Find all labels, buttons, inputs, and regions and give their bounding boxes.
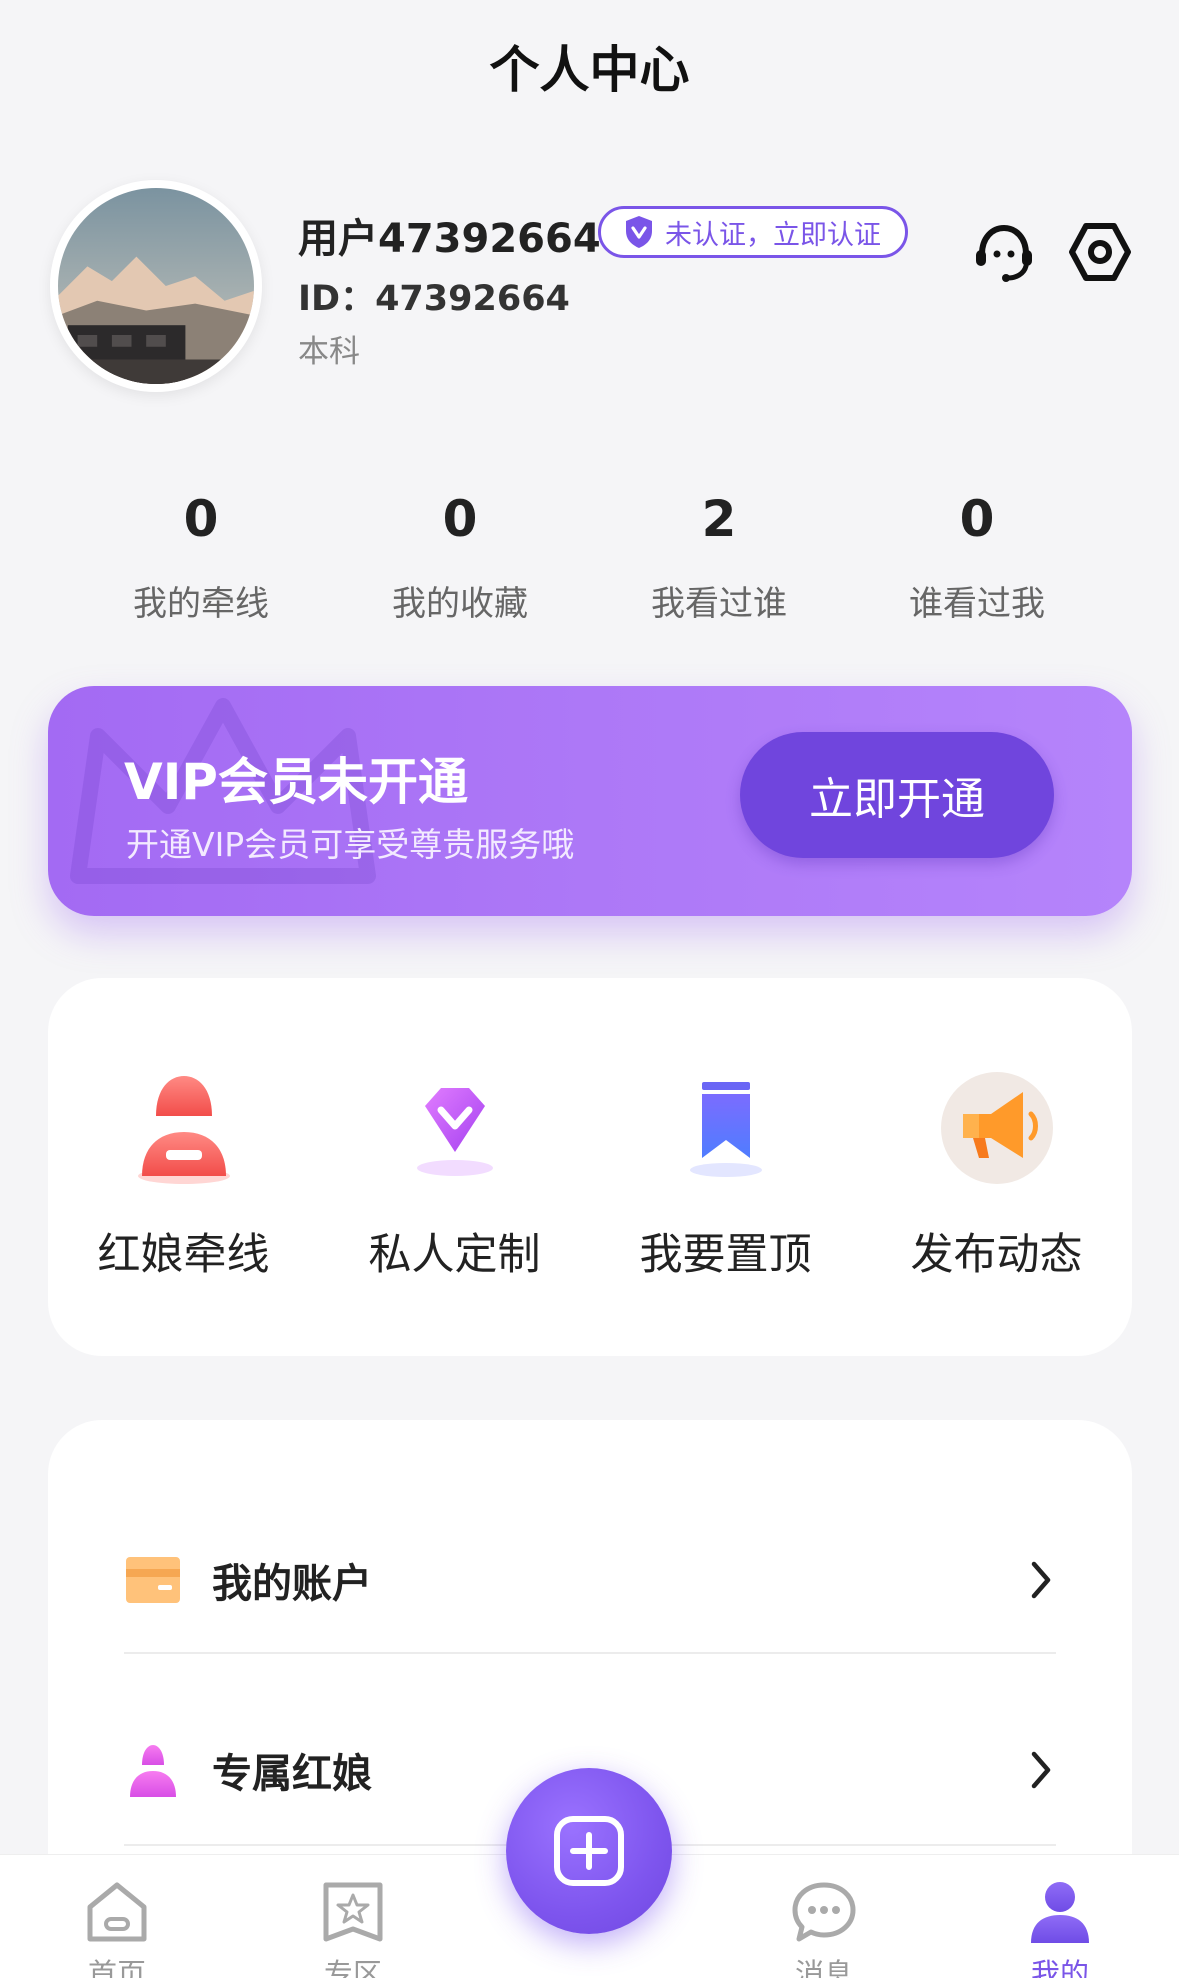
user-id: ID：47392664 (298, 279, 570, 319)
customer-service-icon[interactable] (968, 216, 1040, 288)
avatar[interactable] (50, 180, 262, 392)
star-board-icon (323, 1882, 383, 1942)
verify-label: 未认证，立即认证 (665, 219, 881, 251)
vip-subtitle: 开通VIP会员可享受尊贵服务哦 (126, 825, 575, 864)
stat-label: 我的牵线 (133, 584, 269, 624)
publish-fab-button[interactable] (506, 1768, 672, 1934)
vip-card[interactable]: VIP会员未开通 开通VIP会员可享受尊贵服务哦 立即开通 (48, 686, 1132, 916)
tab-label: 首页 (87, 1957, 146, 1978)
tab-zone[interactable]: 专区 (293, 1877, 413, 1978)
wallet-icon (126, 1557, 180, 1603)
user-education: 本科 (298, 334, 360, 370)
tab-mine[interactable]: 我的 (1000, 1877, 1120, 1978)
stat-my-matches[interactable]: 0 我的牵线 (72, 490, 330, 625)
tab-messages[interactable]: 消息 (764, 1877, 884, 1978)
tab-label: 专区 (323, 1957, 382, 1978)
menu-divider (124, 1652, 1056, 1654)
home-icon (87, 1882, 147, 1942)
diamond-icon (416, 1088, 493, 1176)
quick-action-matchmaker[interactable]: 红娘牵线 (48, 1058, 319, 1282)
quick-action-label: 红娘牵线 (97, 1230, 270, 1280)
megaphone-icon (940, 1072, 1053, 1184)
chevron-right-icon (1031, 1751, 1051, 1789)
stat-value: 0 (183, 490, 219, 548)
avatar-image (58, 188, 254, 384)
stat-viewed-by-me[interactable]: 2 我看过谁 (590, 490, 848, 625)
chevron-right-icon (1031, 1561, 1051, 1599)
verified-shield-icon (626, 216, 652, 248)
person-icon (1031, 1882, 1089, 1943)
matchmaker-icon (130, 1745, 176, 1797)
stat-viewed-me[interactable]: 0 谁看过我 (848, 490, 1106, 625)
bookmark-icon (689, 1082, 762, 1177)
quick-action-post[interactable]: 发布动态 (861, 1058, 1132, 1282)
matchmaker-icon (137, 1076, 230, 1184)
quick-action-pin-top[interactable]: 我要置顶 (590, 1058, 861, 1282)
stat-value: 0 (442, 490, 478, 548)
tab-label: 我的 (1030, 1957, 1089, 1978)
tab-label: 消息 (794, 1957, 853, 1978)
quick-action-label: 发布动态 (910, 1230, 1083, 1280)
vip-title: VIP会员未开通 (124, 753, 468, 811)
quick-action-label: 我要置顶 (639, 1230, 812, 1280)
menu-item-my-account[interactable]: 我的账户 (124, 1520, 1056, 1640)
user-name: 用户47392664 (298, 216, 601, 262)
menu-label: 我的账户 (212, 1561, 372, 1607)
plus-icon (554, 1816, 624, 1886)
stat-value: 0 (959, 490, 995, 548)
quick-action-label: 私人定制 (368, 1230, 541, 1280)
settings-icon[interactable] (1064, 216, 1136, 288)
verify-badge[interactable]: 未认证，立即认证 (598, 206, 908, 258)
quick-action-custom[interactable]: 私人定制 (319, 1058, 590, 1282)
vip-activate-button[interactable]: 立即开通 (740, 732, 1054, 858)
page-title: 个人中心 (489, 41, 690, 99)
stat-label: 我的收藏 (392, 584, 528, 624)
tab-home[interactable]: 首页 (57, 1877, 177, 1978)
stat-label: 我看过谁 (651, 584, 787, 624)
stat-my-favorites[interactable]: 0 我的收藏 (331, 490, 589, 625)
quick-actions-card: 红娘牵线 私人定制 我要置顶 发布动态 (48, 978, 1132, 1356)
stat-value: 2 (701, 490, 737, 548)
chat-icon (792, 1882, 856, 1942)
stat-label: 谁看过我 (909, 584, 1045, 624)
